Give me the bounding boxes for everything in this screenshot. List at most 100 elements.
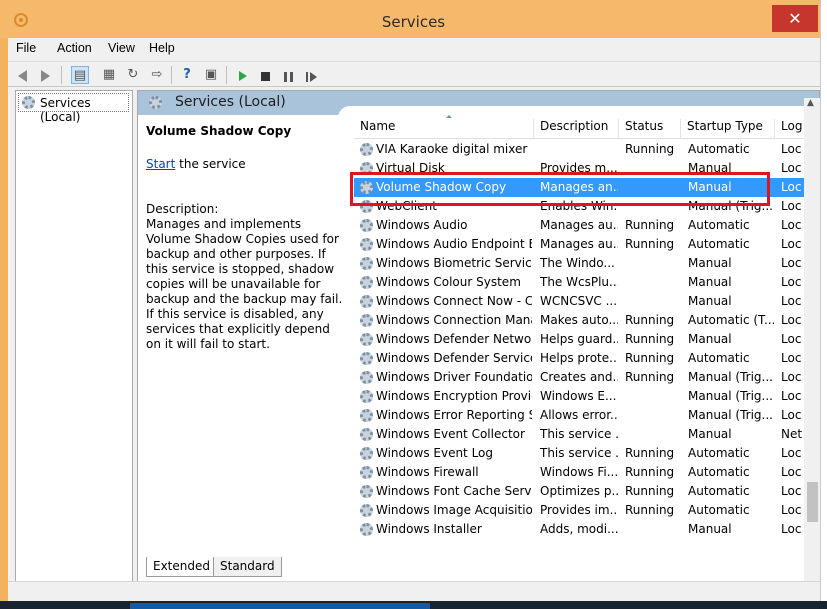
service-gear-icon — [360, 390, 373, 403]
table-row[interactable]: Windows Defender Service Helps prote... Ru… — [354, 349, 817, 368]
toolbar-separator — [226, 66, 227, 84]
table-row[interactable]: Windows Audio Manages au... Running Automat… — [354, 216, 817, 235]
view-icon[interactable]: ▣ — [202, 66, 220, 84]
cell-name: Windows Audio — [376, 218, 468, 232]
start-service-line: Start the service — [146, 157, 246, 171]
menu-action[interactable]: Action — [57, 41, 92, 55]
cell-description: WCNCSVC ... — [540, 294, 618, 308]
service-gear-icon — [360, 238, 373, 251]
properties-icon[interactable]: ▦ — [100, 66, 118, 84]
pause-icon[interactable] — [284, 72, 293, 82]
menu-view[interactable]: View — [108, 41, 135, 55]
cell-status: Running — [625, 313, 675, 327]
cell-name: Windows Driver Foundation... — [376, 370, 532, 384]
services-main-pane: Services (Local) Volume Shadow Copy Star… — [137, 90, 820, 609]
forward-icon[interactable] — [41, 70, 50, 82]
cell-description: Allows error... — [540, 408, 618, 422]
service-gear-icon — [360, 466, 373, 479]
table-row[interactable]: VIA Karaoke digital mixer Se... Running Au… — [354, 140, 817, 159]
toolbar-separator — [171, 66, 172, 84]
list-header: Name Description Status Startup Type Log — [354, 115, 817, 139]
tree-item-label: Services (Local) — [40, 96, 91, 124]
table-row[interactable]: Windows Defender Networ... Helps guard...… — [354, 330, 817, 349]
menu-file[interactable]: File — [16, 41, 36, 55]
cell-startup-type: Automatic — [688, 237, 750, 251]
view-tabs: Extended Standard — [137, 557, 820, 579]
vertical-scrollbar[interactable]: ▲ — [804, 98, 820, 586]
service-gear-icon — [360, 257, 373, 270]
back-icon[interactable] — [18, 70, 27, 82]
stop-icon[interactable] — [261, 72, 270, 81]
cell-startup-type: Manual — [688, 332, 732, 346]
table-row[interactable]: Windows Image Acquisitio... Provides im..… — [354, 501, 817, 520]
table-row[interactable]: Windows Event Collector This service ... M… — [354, 425, 817, 444]
start-service-link[interactable]: Start — [146, 157, 175, 171]
table-row[interactable]: Windows Event Log This service ... Running… — [354, 444, 817, 463]
table-row[interactable]: Windows Audio Endpoint B... Manages au...… — [354, 235, 817, 254]
table-row[interactable]: Windows Installer Adds, modi... Manual Loc — [354, 520, 817, 539]
column-header-startup-type[interactable]: Startup Type — [681, 119, 775, 139]
column-header-name[interactable]: Name — [354, 119, 534, 139]
cell-description: Adds, modi... — [540, 522, 618, 536]
start-icon[interactable] — [239, 71, 247, 81]
cell-description: Helps guard... — [540, 332, 618, 346]
cell-description: Manages au... — [540, 218, 618, 232]
cell-startup-type: Automatic — [688, 446, 750, 460]
start-service-suffix: the service — [175, 157, 246, 171]
gear-icon — [22, 96, 35, 109]
cell-startup-type: Manual (Trig... — [688, 389, 773, 403]
cell-status: Running — [625, 351, 675, 365]
table-row[interactable]: Windows Driver Foundation... Creates and.… — [354, 368, 817, 387]
resume-icon[interactable] — [306, 72, 317, 82]
cell-description: Optimizes p... — [540, 484, 618, 498]
cell-startup-type: Manual — [688, 256, 732, 270]
tab-standard[interactable]: Standard — [213, 557, 282, 577]
menu-help[interactable]: Help — [149, 41, 175, 55]
cell-name: Windows Error Reporting Se... — [376, 408, 532, 422]
service-gear-icon — [360, 447, 373, 460]
cell-name: Windows Defender Service — [376, 351, 532, 365]
table-row[interactable]: Windows Connect Now - C... WCNCSVC ... Man… — [354, 292, 817, 311]
cell-status: Running — [625, 142, 675, 156]
cell-status: Running — [625, 218, 675, 232]
taskbar-strip-accent — [130, 603, 430, 609]
console-tree-icon[interactable]: ▤ — [71, 66, 89, 84]
cell-description: Helps prote... — [540, 351, 618, 365]
title-bar[interactable]: Services ✕ — [0, 0, 820, 38]
close-button[interactable]: ✕ — [772, 5, 818, 32]
scroll-up-icon[interactable]: ▲ — [807, 98, 814, 108]
window-title: Services — [381, 13, 446, 31]
cell-name: Windows Font Cache Service — [376, 484, 532, 498]
gear-icon — [149, 96, 162, 109]
export-icon[interactable]: ⇨ — [148, 66, 166, 84]
cell-startup-type: Automatic — [688, 503, 750, 517]
cell-description: This service ... — [540, 446, 618, 460]
column-header-status[interactable]: Status — [619, 119, 681, 139]
table-row[interactable]: Windows Colour System The WcsPlu... Manual… — [354, 273, 817, 292]
table-row[interactable]: Windows Error Reporting Se... Allows erro… — [354, 406, 817, 425]
toolbar-separator — [61, 66, 62, 84]
cell-startup-type: Automatic — [688, 465, 750, 479]
cell-name: Windows Audio Endpoint B... — [376, 237, 532, 251]
service-gear-icon — [360, 371, 373, 384]
selected-service-name: Volume Shadow Copy — [146, 124, 292, 138]
table-row[interactable]: Windows Encryption Provid... Windows E...… — [354, 387, 817, 406]
table-row[interactable]: Windows Font Cache Service Optimizes p...… — [354, 482, 817, 501]
column-header-description[interactable]: Description — [534, 119, 619, 139]
table-row[interactable]: Windows Biometric Service The Windo... Man… — [354, 254, 817, 273]
cell-name: Windows Image Acquisitio... — [376, 503, 532, 517]
tree-item-services-local[interactable]: Services (Local) — [18, 93, 129, 124]
refresh-icon[interactable]: ↻ — [124, 66, 142, 84]
table-row[interactable]: Windows Firewall Windows Fi... Running Auto… — [354, 463, 817, 482]
cell-description: The WcsPlu... — [540, 275, 618, 289]
help-icon[interactable]: ? — [178, 66, 196, 84]
sort-ascending-icon — [446, 115, 452, 118]
service-gear-icon — [360, 352, 373, 365]
tab-extended[interactable]: Extended — [146, 557, 217, 577]
table-row[interactable]: Windows Connection Mana... Makes auto... R… — [354, 311, 817, 330]
cell-name: Windows Firewall — [376, 465, 479, 479]
service-gear-icon — [360, 333, 373, 346]
cell-startup-type: Automatic — [688, 484, 750, 498]
service-gear-icon — [360, 523, 373, 536]
vertical-scroll-thumb[interactable] — [807, 482, 818, 522]
